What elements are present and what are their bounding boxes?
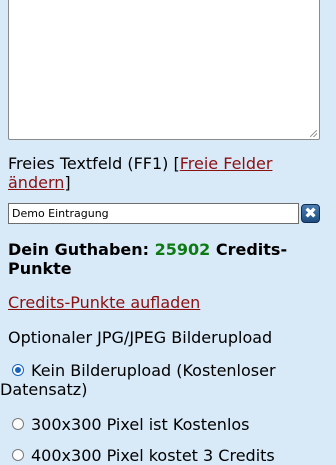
balance-prefix: Dein Guthaben: — [8, 240, 150, 259]
free-field-input-row: ✖ — [8, 203, 324, 224]
free-field-label-suffix: ] — [64, 173, 71, 192]
upload-option-300[interactable]: 300x300 Pixel ist Kostenlos — [12, 415, 328, 434]
free-field-label: Freies Textfeld (FF1) [Freie Felder ände… — [8, 154, 328, 192]
clear-icon[interactable]: ✖ — [301, 204, 320, 223]
balance-text: Dein Guthaben: 25902 Credits-Punkte — [8, 240, 328, 278]
upload-option-none[interactable]: Kein Bilderupload (Kostenloser Datensatz… — [0, 361, 328, 399]
balance-amount: 25902 — [154, 240, 211, 259]
upload-option-none-label-cont: Datensatz) — [0, 380, 88, 399]
upload-option-none-label: Kein Bilderupload (Kostenloser — [31, 361, 276, 380]
upload-label: Optionaler JPG/JPEG Bilderupload — [8, 328, 273, 347]
upload-option-400[interactable]: 400x300 Pixel kostet 3 Credits — [12, 446, 328, 465]
radio-selected-icon[interactable] — [12, 364, 24, 376]
radio-unselected-icon[interactable] — [12, 449, 24, 461]
free-field-label-prefix: Freies Textfeld (FF1) [ — [8, 154, 180, 173]
upload-option-300-label: 300x300 Pixel ist Kostenlos — [31, 415, 250, 434]
top-up-credits-link[interactable]: Credits-Punkte aufladen — [8, 293, 200, 312]
free-text-area[interactable] — [8, 0, 320, 140]
resize-grip-icon[interactable] — [310, 130, 317, 137]
free-field-input[interactable] — [8, 203, 299, 224]
upload-option-400-label: 400x300 Pixel kostet 3 Credits — [31, 446, 275, 465]
radio-unselected-icon[interactable] — [12, 418, 24, 430]
